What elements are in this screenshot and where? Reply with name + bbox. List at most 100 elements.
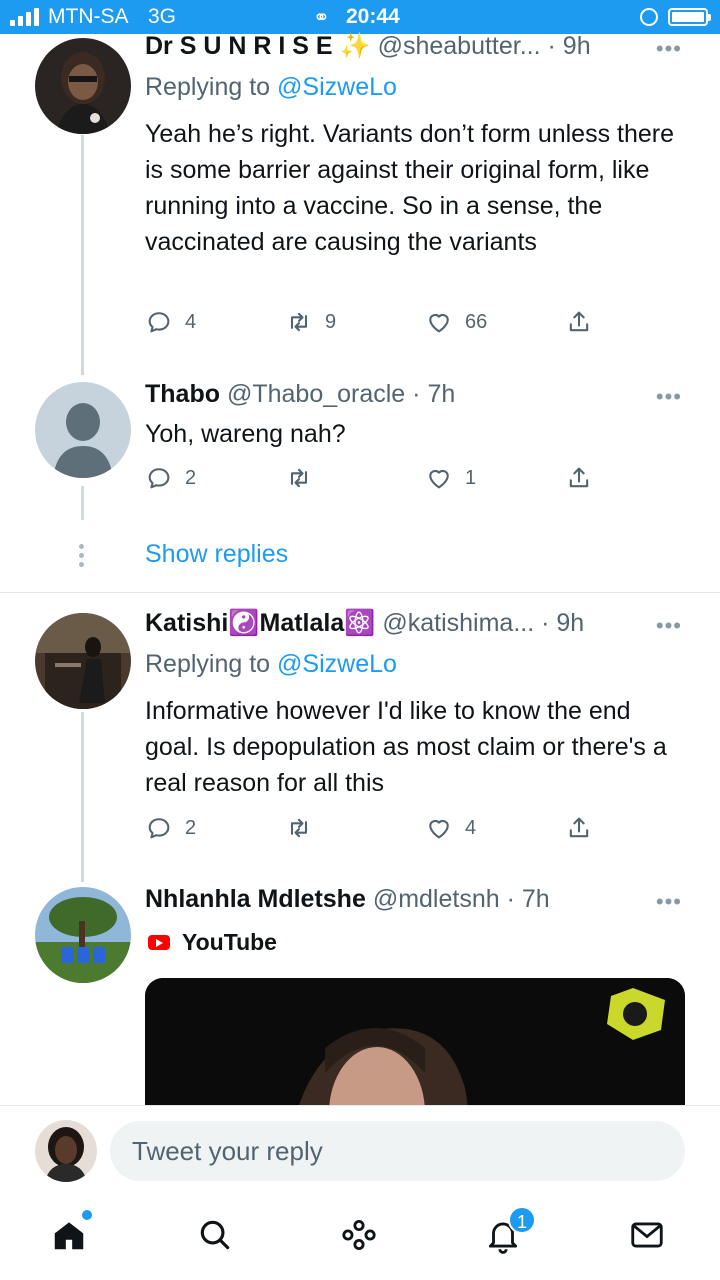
replying-to: Replying to @SizweLo [145,650,397,679]
handle: @mdletsnh [372,885,500,913]
handle: @Thabo_oracle [226,380,406,408]
retweet-button[interactable]: 9 [285,308,336,336]
reply-count: 2 [185,466,197,489]
search-tab[interactable] [196,1216,240,1260]
more-icon[interactable]: ••• [656,613,682,639]
tweet-header: Nhlanhla Mdletshe @mdletsnh · 7h [145,885,550,914]
reply-count: 2 [185,816,197,839]
mail-icon [631,1222,663,1248]
spaces-icon [342,1219,376,1251]
reply-button[interactable]: 4 [145,308,196,336]
battery-icon [668,8,711,26]
tweet-header: Dr S U N R I S E ✨ @sheabutter... · 9h [145,32,591,61]
display-name[interactable]: Nhlanhla Mdletshe [145,885,366,913]
youtube-source[interactable]: YouTube [148,929,277,956]
thread-dots [79,544,85,571]
like-button[interactable]: 66 [425,308,487,336]
share-button[interactable] [565,464,593,492]
heart-icon [429,313,449,333]
rotation-lock-icon [640,8,658,26]
retweet-icon [290,312,308,332]
more-icon[interactable]: ••• [656,384,682,410]
tweet-header: Thabo @Thabo_oracle · 7h [145,380,455,409]
bottom-nav: 1 [0,1200,720,1280]
handle: @katishima... [382,609,535,637]
home-icon [54,1222,84,1250]
thread-line [81,712,84,882]
share-button[interactable] [565,814,593,842]
reply-icon [148,468,170,489]
share-icon [569,311,589,332]
timestamp: · 7h [506,885,550,913]
avatar[interactable] [35,887,131,983]
timestamp: · 9h [547,32,591,60]
tweet-text: Yoh, wareng nah? [145,420,346,448]
carrier-label: MTN-SA [48,5,129,28]
reply-icon [148,818,170,839]
reply-count: 4 [185,310,197,333]
handle: @sheabutter... [377,32,541,60]
user-avatar[interactable] [35,1120,97,1182]
like-button[interactable]: 1 [425,464,476,492]
clock: 20:44 [346,5,400,28]
tweet-header: Katishi☯️Matlala⚛️ @katishima... · 9h [145,609,584,638]
reply-input[interactable] [110,1121,685,1181]
share-button[interactable] [565,308,593,336]
tweet-text: Informative however I'd like to know the… [145,697,667,797]
reply-button[interactable]: 2 [145,814,196,842]
tweet-actions: 2 4 [145,814,605,844]
replying-label: Replying to [145,650,271,678]
replying-label: Replying to [145,73,271,101]
retweet-count: 9 [325,310,337,333]
avatar[interactable] [35,38,131,134]
like-button[interactable]: 4 [425,814,476,842]
like-count: 66 [465,310,488,333]
heart-icon [429,469,449,489]
status-bar: MTN-SA 3G ⚭ 20:44 [0,0,720,34]
spaces-tab[interactable] [340,1216,384,1260]
yin-yang-emoji: ☯️ [228,609,260,637]
atom-emoji: ⚛️ [344,609,376,637]
thread-line [81,135,84,375]
display-name[interactable]: Thabo [145,380,220,408]
like-count: 1 [465,466,477,489]
mention-link[interactable]: @SizweLo [277,73,397,101]
more-icon[interactable]: ••• [656,889,682,915]
youtube-label: YouTube [182,929,277,955]
tweet-actions: 2 1 [145,464,605,494]
replying-to: Replying to @SizweLo [145,73,397,102]
divider [0,592,720,593]
display-name-first[interactable]: Katishi [145,609,228,637]
retweet-button[interactable] [285,814,313,842]
timestamp: · 7h [412,380,456,408]
youtube-icon [148,935,170,950]
signal-icon [10,8,39,26]
home-tab[interactable] [50,1210,94,1260]
link-icon: ⚭ [313,7,330,29]
notifications-tab[interactable]: 1 [484,1206,536,1260]
messages-tab[interactable] [628,1216,672,1260]
tweet-text: Yeah he’s right. Variants don’t form unl… [145,120,675,256]
show-replies-link[interactable]: Show replies [145,540,288,569]
mention-link[interactable]: @SizweLo [277,650,397,678]
retweet-button[interactable] [285,464,313,492]
display-name[interactable]: Dr S U N R I S E [145,32,333,60]
tweet-actions: 4 9 66 [145,308,605,338]
notifications-badge: 1 [508,1206,536,1234]
thread-line [81,486,84,520]
more-icon[interactable]: ••• [656,36,682,62]
new-content-dot [82,1210,92,1220]
avatar[interactable] [35,382,131,478]
search-icon [200,1220,230,1250]
reply-button[interactable]: 2 [145,464,196,492]
share-icon [569,817,589,838]
share-icon [569,467,589,488]
display-name-last[interactable]: Matlala [260,609,345,637]
like-count: 4 [465,816,477,839]
reply-composer [0,1105,720,1200]
retweet-icon [290,468,308,488]
timestamp: · 9h [541,609,585,637]
network-type: 3G [148,5,177,28]
sparkles-emoji: ✨ [339,32,371,60]
avatar[interactable] [35,613,131,709]
